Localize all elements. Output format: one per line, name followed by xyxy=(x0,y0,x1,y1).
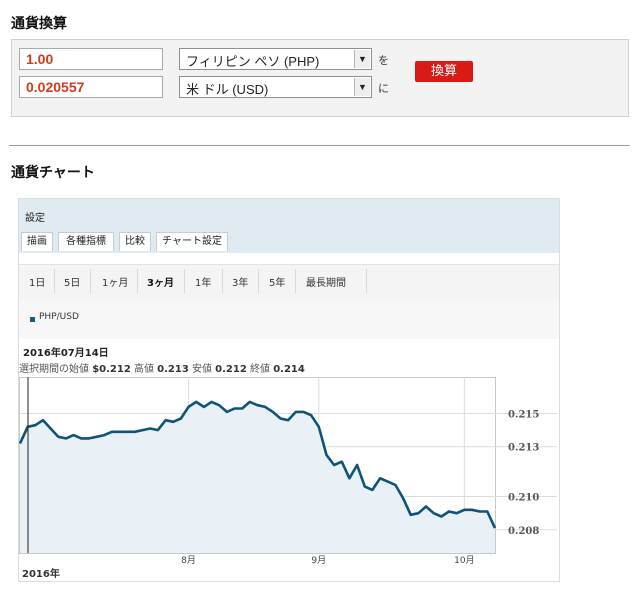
range-separator xyxy=(258,269,259,293)
to-currency-value: 米 ドル (USD) xyxy=(186,82,269,97)
y-tick-label: 0.215 xyxy=(508,410,539,421)
y-tick-label: 0.213 xyxy=(508,443,539,454)
legend-area xyxy=(19,299,559,339)
tab-draw[interactable]: 描画 xyxy=(21,232,53,251)
from-currency-value: フィリピン ペソ (PHP) xyxy=(186,54,320,69)
range-separator xyxy=(184,269,185,293)
converter-title: 通貨換算 xyxy=(11,16,67,32)
close-value: 0.214 xyxy=(273,364,305,375)
range-3m[interactable]: 3ヶ月 xyxy=(147,274,174,289)
range-separator xyxy=(222,269,223,293)
cursor-date: 2016年07月14日 xyxy=(23,348,109,359)
range-3y[interactable]: 3年 xyxy=(232,274,248,289)
x-tick-label: 10月 xyxy=(454,555,474,566)
close-label: 終値 xyxy=(250,364,270,375)
range-max[interactable]: 最長期間 xyxy=(306,274,346,289)
range-separator xyxy=(137,269,138,293)
high-value: 0.213 xyxy=(157,364,189,375)
chart-section-title: 通貨チャート xyxy=(11,165,95,181)
section-divider xyxy=(9,145,630,146)
to-amount-input[interactable]: 0.020557 xyxy=(19,76,163,98)
range-5y[interactable]: 5年 xyxy=(269,274,285,289)
x-start-label: 2016年 xyxy=(22,567,60,580)
x-tick-label: 9月 xyxy=(311,555,326,566)
open-value: $0.212 xyxy=(92,364,131,375)
range-selector xyxy=(19,264,559,300)
price-chart[interactable]: 8月 9月 10月 0.208 0.210 0.213 0.215 2016年 xyxy=(19,377,559,581)
particle-ni: に xyxy=(378,82,389,95)
range-separator xyxy=(366,269,367,293)
legend-label: PHP/USD xyxy=(39,312,79,322)
tab-compare[interactable]: 比較 xyxy=(119,232,151,251)
range-1d[interactable]: 1日 xyxy=(29,274,45,289)
range-1m[interactable]: 1ヶ月 xyxy=(102,274,128,289)
high-label: 高値 xyxy=(133,364,154,375)
x-tick-label: 8月 xyxy=(181,555,196,566)
low-label: 安値 xyxy=(191,364,212,375)
tab-chart-settings[interactable]: チャート設定 xyxy=(156,232,228,251)
converter-panel: 1.00 0.020557 フィリピン ペソ (PHP) ▼ 米 ドル (USD… xyxy=(11,39,629,117)
convert-button[interactable]: 換算 xyxy=(415,61,473,82)
from-amount-input[interactable]: 1.00 xyxy=(19,48,163,70)
range-5d[interactable]: 5日 xyxy=(64,274,80,289)
range-separator xyxy=(54,269,55,293)
dropdown-arrow-icon[interactable]: ▼ xyxy=(354,78,370,96)
low-value: 0.212 xyxy=(215,364,247,375)
range-separator xyxy=(295,269,296,293)
y-tick-label: 0.208 xyxy=(508,526,539,537)
to-currency-select[interactable]: 米 ドル (USD) ▼ xyxy=(179,76,372,98)
tab-indicators[interactable]: 各種指標 xyxy=(58,232,114,251)
range-separator xyxy=(90,269,91,293)
settings-label: 設定 xyxy=(25,213,45,224)
y-tick-label: 0.210 xyxy=(508,493,539,504)
particle-wo: を xyxy=(378,54,389,67)
period-stats: 選択期間の始値 $0.212 高値 0.213 安値 0.212 終値 0.21… xyxy=(19,360,305,375)
from-currency-select[interactable]: フィリピン ペソ (PHP) ▼ xyxy=(179,48,372,70)
series-area-php-usd xyxy=(20,401,495,553)
dropdown-arrow-icon[interactable]: ▼ xyxy=(354,50,370,68)
range-1y[interactable]: 1年 xyxy=(195,274,211,289)
open-label: 選択期間の始値 xyxy=(19,364,89,375)
legend-swatch xyxy=(30,317,35,322)
